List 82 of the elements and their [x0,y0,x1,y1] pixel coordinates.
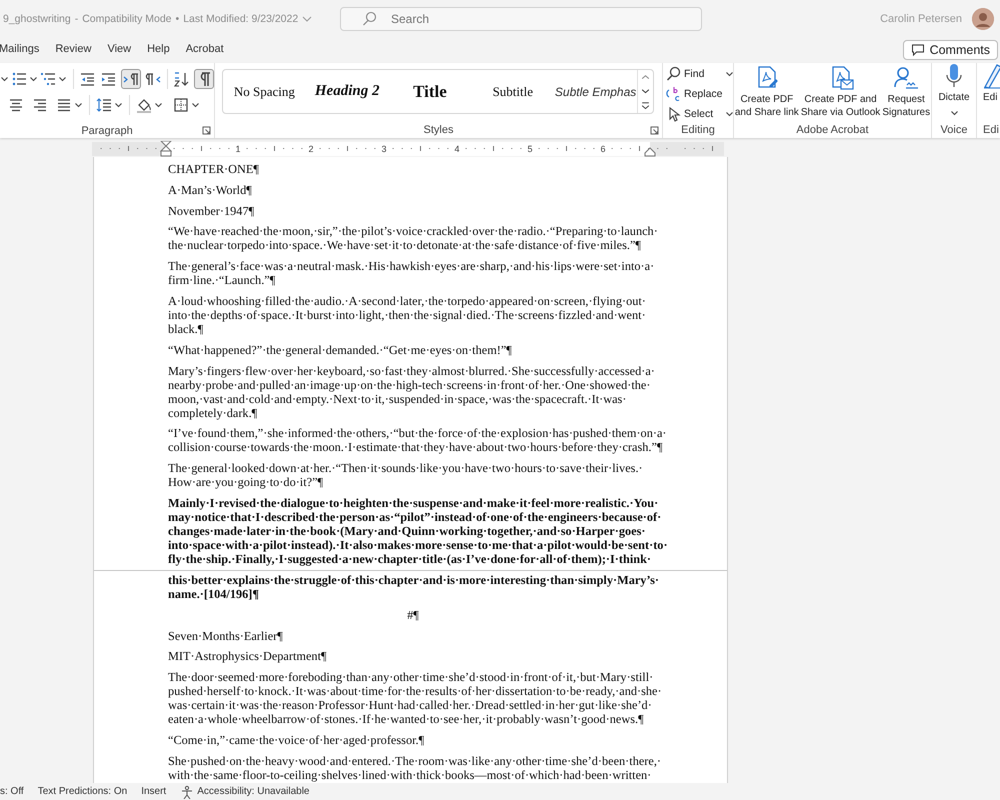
paragraph: Mary’s·fingers·flew·over·her·keyboard,·so·fast·they·almost·blurred.·She·successfully·accessed·a· nearby·probe·and·pulled·an·image·up·on·the·high-tech·screens·in·front·of·her.·One·showed·the· moon,·vast·and·cold·and·empty.·Next·to·it,·suspended·in·space,·was·the·spacecraft.·It·was· completely·dark.¶ [168,364,655,420]
ruler-number: 4 [454,144,460,154]
paragraph: “Come·in,”·came·the·voice·of·her·aged·professor.¶ [168,732,424,747]
pen-icon[interactable] [983,63,1000,89]
user-name: Carolin Petersen [880,13,962,25]
edit-button[interactable]: Edi [977,63,1000,124]
search-icon [362,11,378,27]
style-option[interactable]: Subtitle [471,70,554,113]
ruler-number: 3 [382,144,386,154]
paragraph: Mainly·I·revised·the·dialogue·to·heighten·the·suspense·and·make·it·feel·more·realistic.·You· may·notice·that·I·described·the·person·as·“pilot”·instead·of·one·of·the·engineers·because·of· changes·made·later·in·the·book·(Mary·and·Quinn·working·together,·and·so·Harper·goes· into·space·with·a·pilot·instead).·It·also·makes·more·sense·to·me·that·a·pilot·would·be·sent·to· fly·the·ship.·Finally,·I·suggested·a·new·chapter·title·(as·I’ve·done·for·all·of·them);·I·think· [168,496,668,566]
avatar-icon[interactable] [972,8,994,30]
style-option[interactable]: Heading 2 [306,70,389,113]
group-label: Adobe Acrobat [795,124,870,138]
paragraph: The·door·seemed·more·foreboding·than·any·other·time·she’d·stood·in·front·of·it,·but·Mary·still· pushed·herself·to·knock.·It·was·about·time·for·the·results·of·her·dissertation·to·be·ready,·and·she· was·certain·it·was·the·reason·Professor·Hunt·had·called·her.·Dread·settled·in·her·gut·like·she’d· eaten·a·whole·wheelbarrow·of·stones.·If·he·wanted·to·see·her,·it·probably·wasn’t·good·news.¶ [168,670,662,726]
acrobat-button[interactable]: Request Signatures [882,65,930,124]
ruler-number: 2 [308,144,314,154]
paragraph: Seven·Months·Earlier¶ [168,628,283,643]
dialog-launcher-icon[interactable] [650,126,659,135]
bullet-list-icon[interactable] [11,71,27,87]
ribbon-tab[interactable]: Mailings [0,40,48,60]
paragraph: “What·happened?”·the·general·demanded.·“Get·me·eyes·on·them!”¶ [168,342,512,357]
left-indent-marker[interactable] [160,141,172,156]
signature-person-icon[interactable] [893,65,920,91]
status-text[interactable]: Insert [141,786,166,797]
compatibility-mode: Compatibility Mode [82,13,172,25]
shading-icon[interactable] [136,97,152,113]
title-separator: • [176,13,180,25]
acrobat-button[interactable]: Create PDF and Share link [734,65,799,124]
justify-icon[interactable] [56,97,72,113]
comments-button[interactable]: Comments [902,40,998,60]
multilevel-list-icon[interactable] [40,71,56,87]
right-to-left-icon[interactable] [145,71,162,87]
status-text[interactable]: s: Off [0,786,24,797]
line-spacing-icon[interactable] [96,97,112,113]
group-label: Edi [982,124,1000,138]
replace-icon[interactable] [666,86,682,102]
group-label: Editing [680,124,716,138]
title-separator: - [74,13,78,25]
paragraph: The·general’s·face·was·a·neutral·mask.·His·hawkish·eyes·are·sharp,·and·his·lips·were·set·into·a· firm·line.·“Launch.”¶ [168,259,654,288]
ruler-number: 6 [600,144,606,154]
editing-button[interactable]: Replace [666,84,734,104]
paragraph: “We·have·reached·the·moon,·sir,”·the·pilot’s·voice·crackled·over·the·radio.·“Preparing·to·launch· the·nuclear·torpedo·into·space.·We·have·set·it·to·detonate·at·the·safe·distance·of·five·miles.”¶ [168,224,658,252]
dictate-button[interactable]: Dictate [938,63,970,124]
paragraph: “I’ve·found·them,”·she·informed·the·others,·“but·the·force·of·the·explosion·has·pushed·them·on·a· collision·course·towards·the·moon.·I·estimate·that·they·have·about·two·hours·before·they·crash.”¶ [168,426,666,454]
paragraph: #¶ [406,608,420,622]
search-icon[interactable] [666,66,682,82]
search-field[interactable]: Search [340,7,702,31]
accessibility-icon[interactable] [180,784,194,798]
style-option[interactable]: Title [388,70,472,113]
ribbon-tab[interactable]: View [99,40,140,60]
ribbon-tab[interactable]: Review [47,40,100,60]
editing-button[interactable]: Find [666,64,734,84]
align-center-icon[interactable] [8,97,24,113]
status-text[interactable]: Accessibility: Unavailable [197,786,310,797]
group-label: Voice [940,124,968,138]
paragraph: She·pushed·on·the·heavy·wood·and·entered.·The·room·was·like·any·other·time·she’d·been·there,· with·the·same·floor-to-ceiling·shelves·lined·with·thick·books—most·of·which·had·been·written· [168,754,662,782]
ruler-number: 1 [236,144,240,154]
paragraph: A·Man’s·World¶ [168,182,252,197]
paragraph: A·loud·whooshing·filled·the·audio.·A·second·later,·the·torpedo·appeared·on·screen,·flying·out· into·the·depths·of·space.·It·burst·into·light,·then·the·signal·died.·The·screens·fizzled·and·went· black.¶ [168,294,646,336]
paragraph: MIT·Astrophysics·Department¶ [168,649,327,664]
acrobat-button[interactable]: Create PDF and Share via Outlook [800,65,880,124]
align-right-icon[interactable] [32,97,48,113]
paragraph: CHAPTER·ONE¶ [168,162,259,176]
increase-indent-icon[interactable] [100,71,116,87]
paragraph: November·1947¶ [168,204,254,218]
ruler-number: 5 [528,144,532,154]
borders-icon[interactable] [173,97,189,113]
group-label: Paragraph [80,125,134,138]
document-title: 9_ghostwriting [3,13,71,25]
comment-icon[interactable] [910,43,925,57]
group-label: Styles [422,124,454,138]
sort-icon[interactable] [173,71,190,87]
dialog-launcher-icon[interactable] [202,126,211,135]
style-option[interactable]: No Spacing [223,70,306,113]
decrease-indent-icon[interactable] [79,71,96,87]
status-text[interactable]: Text Predictions: On [38,786,128,797]
style-option[interactable]: Subtle Emphas [554,70,637,113]
ribbon-tab[interactable]: Acrobat [178,40,232,60]
paragraph: this·better·explains·the·struggle·of·this·chapter·and·is·more·interesting·than·simply·Mary’s· name.·[104/196]¶ [168,573,659,601]
ribbon-tab[interactable]: Help [139,40,178,60]
editing-button[interactable]: Select [666,104,734,124]
paragraph: The·general·looked·down·at·her.·“Then·it·sounds·like·you·have·two·hours·to·save·their·lives.· How·are·you·going·to·do·it?”¶ [168,461,643,490]
